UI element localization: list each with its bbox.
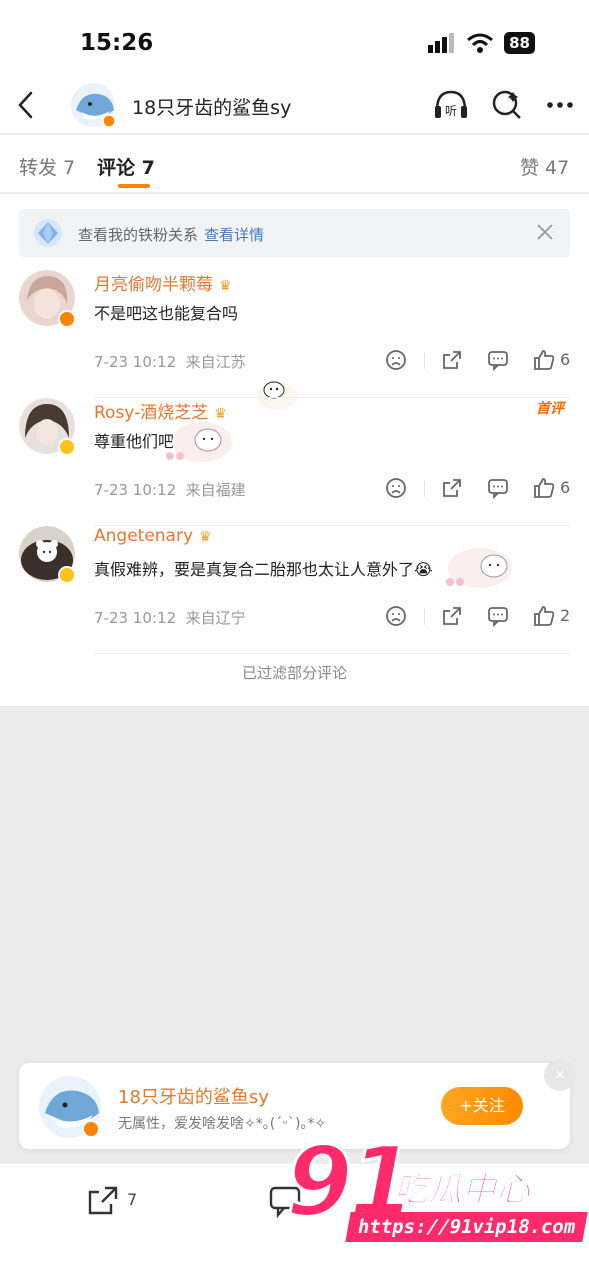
status-icons: 88 (428, 32, 535, 54)
repost-count: 7 (127, 1190, 138, 1209)
comment-actions: 6 (384, 476, 574, 502)
comment-actions: 6 (384, 348, 574, 374)
search-icon[interactable] (491, 89, 523, 121)
comment-text: 真假难辨，要是真复合二胎那也太让人意外了😭 (94, 560, 433, 579)
comment-meta: 7-23 10:12 来自福建 (94, 479, 246, 500)
tab-comments[interactable]: 评论 7 (97, 153, 155, 180)
divider (424, 481, 425, 497)
listen-label: 听 (445, 104, 457, 118)
status-bar: 15:26 88 (0, 0, 589, 80)
watermark-url: https://91vip18.com (345, 1212, 588, 1242)
commenter-name-text: 月亮偷吻半颗莓 (94, 275, 213, 295)
cat-sticker-icon (446, 548, 512, 588)
comment-actions: 2 (384, 604, 574, 630)
comment-location: 来自福建 (185, 481, 246, 499)
reply-icon[interactable] (486, 348, 510, 372)
reply-icon[interactable] (486, 604, 510, 628)
share-icon[interactable] (440, 476, 464, 500)
comment-meta: 7-23 10:12 来自江苏 (94, 351, 246, 372)
verified-badge (58, 310, 76, 328)
commenter-name-text: Angetenary (94, 526, 194, 546)
wifi-icon (467, 33, 494, 53)
nav-actions: 听 (433, 88, 575, 122)
diamond-icon (34, 219, 62, 247)
verified-badge (58, 438, 76, 456)
follow-button[interactable]: +关注 (441, 1087, 523, 1125)
author-avatar[interactable] (68, 82, 118, 128)
comment-item: Rosy-酒烧芝芝 ♛ 首评 尊重他们吧 7-23 10:12 来自福建 6 (0, 398, 589, 526)
like-count: 6 (560, 478, 571, 497)
comment-meta: 7-23 10:12 来自辽宁 (94, 607, 246, 628)
tab-indicator (118, 184, 150, 188)
nav-bar: 18只牙齿的鲨鱼sy 听 (0, 80, 589, 134)
back-arrow-icon[interactable] (12, 90, 42, 120)
like-count: 2 (560, 606, 571, 625)
tab-bar: 转发 7 评论 7 赞 47 (0, 135, 589, 193)
commenter-name[interactable]: Angetenary ♛ (94, 526, 212, 546)
battery-indicator: 88 (504, 32, 535, 54)
like-count: 6 (560, 350, 571, 369)
like-icon[interactable] (532, 604, 556, 628)
divider (424, 353, 425, 369)
comment-divider (94, 653, 570, 654)
watermark-logo: 91 吃瓜中心 https://91vip18.com (285, 1125, 588, 1248)
comment-text: 不是吧这也能复合吗 (94, 304, 239, 323)
divider (424, 609, 425, 625)
crown-icon: ♛ (199, 529, 212, 545)
cat-sticker-icon (166, 422, 232, 462)
comment-time: 7-23 10:12 (94, 353, 177, 371)
share-icon[interactable] (440, 348, 464, 372)
dislike-face-icon[interactable] (384, 476, 408, 500)
follow-card-close-button[interactable]: × (544, 1059, 576, 1091)
more-icon[interactable] (545, 90, 575, 120)
dislike-face-icon[interactable] (384, 604, 408, 628)
comment-time: 7-23 10:12 (94, 609, 177, 627)
fans-banner-link[interactable]: 查看详情 (204, 226, 264, 244)
follow-card-name[interactable]: 18只牙齿的鲨鱼sy (118, 1083, 269, 1109)
first-comment-tag: 首评 (536, 401, 564, 417)
commenter-name[interactable]: 月亮偷吻半颗莓 ♛ (94, 270, 232, 295)
verified-badge (58, 566, 76, 584)
page-title: 18只牙齿的鲨鱼sy (132, 97, 292, 119)
comments-section: 查看我的铁粉关系 查看详情 月亮偷吻半颗莓 ♛ 不是吧这也能复合吗 7-23 10:… (0, 194, 589, 706)
like-icon[interactable] (532, 348, 556, 372)
fans-banner-label: 查看我的铁粉关系 (78, 226, 199, 244)
signal-icon (428, 33, 455, 53)
tab-repost[interactable]: 转发 7 (19, 153, 75, 180)
comment-time: 7-23 10:12 (94, 481, 177, 499)
share-icon[interactable] (440, 604, 464, 628)
listen-icon[interactable]: 听 (433, 88, 469, 122)
tab-likes[interactable]: 赞 47 (520, 153, 569, 180)
status-time: 15:26 (80, 30, 154, 56)
fans-banner-text: 查看我的铁粉关系 查看详情 (78, 224, 264, 245)
filtered-comments-note[interactable]: 已过滤部分评论 (0, 662, 589, 683)
dislike-face-icon[interactable] (384, 348, 408, 372)
watermark-text: 吃瓜中心 (394, 1170, 531, 1211)
like-icon[interactable] (532, 476, 556, 500)
author-avatar[interactable] (37, 1075, 103, 1139)
comment-location: 来自辽宁 (185, 609, 246, 627)
crown-icon: ♛ (219, 278, 232, 294)
reply-icon[interactable] (486, 476, 510, 500)
close-icon[interactable] (534, 221, 556, 243)
comment-item: Angetenary ♛ 真假难辨，要是真复合二胎那也太让人意外了😭 7-23 1… (0, 526, 589, 654)
comment-location: 来自江苏 (185, 353, 246, 371)
fans-banner[interactable]: 查看我的铁粉关系 查看详情 (19, 209, 570, 257)
comment-item: 月亮偷吻半颗莓 ♛ 不是吧这也能复合吗 7-23 10:12 来自江苏 6 (0, 270, 589, 410)
repost-icon[interactable] (86, 1184, 120, 1218)
